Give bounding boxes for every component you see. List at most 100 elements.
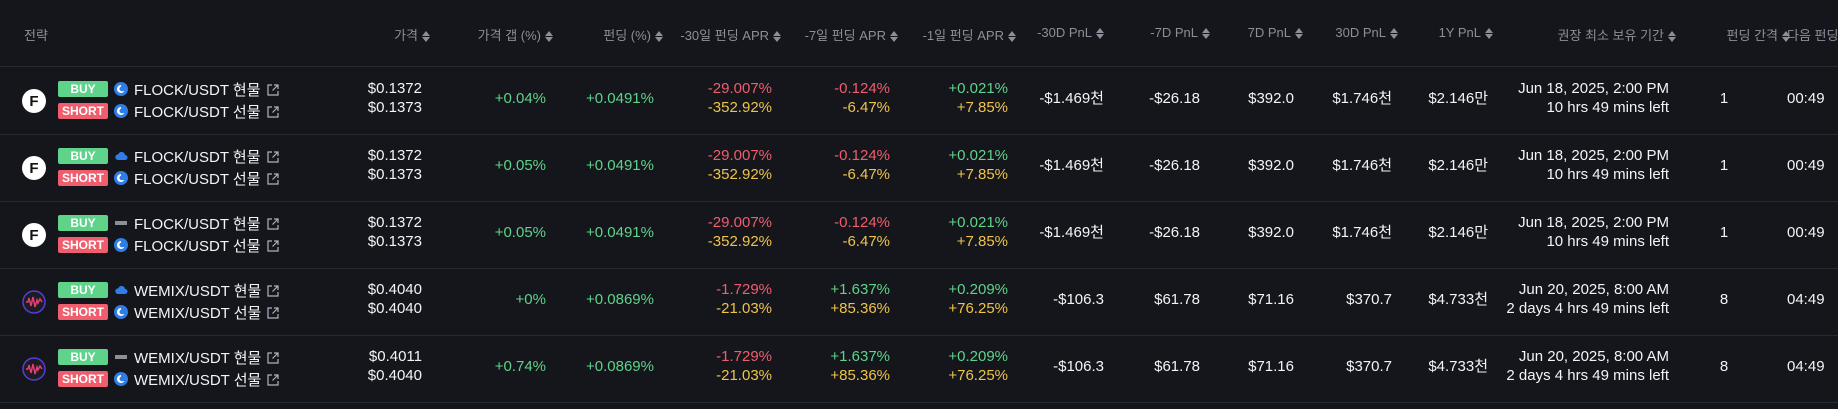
sort-icon	[545, 30, 553, 43]
price-top: $0.4040	[367, 281, 422, 298]
header-pnl1y[interactable]: 1Y PnL	[1439, 25, 1493, 40]
buy-badge: BUY	[58, 215, 108, 231]
buy-badge: BUY	[58, 349, 108, 365]
apr1-top: +0.209%	[948, 281, 1008, 298]
header-pnl30[interactable]: 30D PnL	[1335, 25, 1398, 40]
funding-interval: 8	[1719, 358, 1729, 375]
buy-badge: BUY	[58, 148, 108, 164]
short-badge: SHORT	[58, 304, 108, 320]
strategy-legs: BUY FLOCK/USDT 현물 SHORT FLOCK/USDT 선물	[58, 212, 279, 256]
short-pair[interactable]: WEMIX/USDT 선물	[134, 302, 261, 323]
buy-pair[interactable]: WEMIX/USDT 현물	[134, 347, 261, 368]
exchange-icon	[114, 104, 128, 118]
short-badge: SHORT	[58, 170, 108, 186]
apr7-bottom: -6.47%	[842, 99, 890, 116]
external-link-icon[interactable]	[266, 83, 279, 96]
apr30-bottom: -21.03%	[716, 367, 772, 384]
buy-pair[interactable]: FLOCK/USDT 현물	[134, 213, 261, 234]
header-apr7[interactable]: -7일 펀딩 APR	[805, 25, 898, 44]
short-pair[interactable]: FLOCK/USDT 선물	[134, 101, 261, 122]
pnl-minus7d: -$26.18	[1149, 157, 1200, 174]
next-funding: 04:49	[1787, 291, 1825, 308]
header-apr1[interactable]: -1일 펀딩 APR	[923, 25, 1016, 44]
short-badge: SHORT	[58, 237, 108, 253]
short-badge: SHORT	[58, 103, 108, 119]
next-funding: 00:49	[1787, 90, 1825, 107]
apr1-top: +0.021%	[948, 147, 1008, 164]
external-link-icon[interactable]	[267, 373, 279, 386]
header-next-funding[interactable]: 다음 펀딩까	[1787, 25, 1838, 44]
external-link-icon[interactable]	[267, 284, 279, 297]
header-strategy[interactable]: 전략	[24, 25, 48, 44]
price-gap: +0.05%	[494, 157, 546, 174]
short-pair[interactable]: WEMIX/USDT 선물	[134, 369, 261, 390]
buy-pair[interactable]: FLOCK/USDT 현물	[134, 146, 261, 167]
pnl-30d: $370.7	[1346, 291, 1392, 308]
strategy-legs: BUY FLOCK/USDT 현물 SHORT FLOCK/USDT 선물	[58, 78, 279, 122]
header-pnl30neg[interactable]: -30D PnL	[1037, 25, 1104, 40]
pnl-1y: $4.733천	[1428, 291, 1488, 308]
table-row[interactable]: F BUY FLOCK/USDT 현물 SHORT FLOCK/USDT 선물 $0.13…	[0, 201, 1838, 269]
buy-badge: BUY	[58, 81, 108, 97]
header-price[interactable]: 가격	[394, 25, 430, 44]
external-link-icon[interactable]	[266, 217, 279, 230]
header-funding[interactable]: 펀딩 (%)	[603, 25, 663, 44]
sort-icon	[1096, 27, 1104, 40]
apr1-bottom: +76.25%	[948, 367, 1008, 384]
price-bottom: $0.4040	[367, 367, 422, 384]
apr30-bottom: -352.92%	[707, 233, 772, 250]
pnl-1y: $2.146만	[1428, 157, 1488, 174]
buy-pair[interactable]: FLOCK/USDT 현물	[134, 79, 261, 100]
buy-badge: BUY	[58, 282, 108, 298]
pnl-7d: $392.0	[1248, 157, 1294, 174]
external-link-icon[interactable]	[266, 172, 279, 185]
table-row[interactable]: F BUY FLOCK/USDT 현물 SHORT FLOCK/USDT 선물 $0.13…	[0, 67, 1838, 135]
apr30-top: -1.729%	[716, 281, 772, 298]
pnl-30d: $1.746천	[1332, 90, 1392, 107]
exchange-icon	[114, 350, 128, 364]
external-link-icon[interactable]	[266, 239, 279, 252]
external-link-icon[interactable]	[266, 105, 279, 118]
apr7-bottom: -6.47%	[842, 233, 890, 250]
buy-pair[interactable]: WEMIX/USDT 현물	[134, 280, 261, 301]
strategy-legs: BUY FLOCK/USDT 현물 SHORT FLOCK/USDT 선물	[58, 145, 279, 189]
price-bottom: $0.1373	[367, 99, 422, 116]
pnl-minus7d: -$26.18	[1149, 90, 1200, 107]
header-pnl7[interactable]: 7D PnL	[1248, 25, 1303, 40]
apr7-top: -0.124%	[834, 147, 890, 164]
apr1-bottom: +7.85%	[956, 99, 1008, 116]
pnl-1y: $2.146만	[1428, 224, 1488, 241]
header-apr30[interactable]: -30일 펀딩 APR	[680, 25, 781, 44]
apr7-top: +1.637%	[830, 281, 890, 298]
flock-logo-icon: F	[22, 156, 46, 180]
wemix-logo-icon	[22, 290, 46, 314]
price-gap: +0.04%	[494, 90, 546, 107]
apr1-top: +0.021%	[948, 214, 1008, 231]
header-hold-period[interactable]: 권장 최소 보유 기간	[1557, 25, 1676, 44]
funding-rate: +0.0491%	[586, 224, 654, 241]
table-row[interactable]: F BUY FLOCK/USDT 현물 SHORT FLOCK/USDT 선물 $0.13…	[0, 134, 1838, 202]
price-gap: +0%	[515, 291, 546, 308]
external-link-icon[interactable]	[267, 351, 279, 364]
funding-rate: +0.0869%	[586, 358, 654, 375]
sort-icon	[1668, 30, 1676, 43]
header-price-gap[interactable]: 가격 갭 (%)	[478, 25, 553, 44]
price-top: $0.1372	[367, 147, 422, 164]
header-pnl7neg[interactable]: -7D PnL	[1150, 25, 1210, 40]
header-funding-interval[interactable]: 펀딩 간격	[1727, 25, 1790, 44]
apr7-bottom: -6.47%	[842, 166, 890, 183]
apr7-bottom: +85.36%	[830, 367, 890, 384]
table-row[interactable]: BUY WEMIX/USDT 현물 SHORT WEMIX/USDT 선물 $0.401…	[0, 335, 1838, 403]
price-bottom: $0.1373	[367, 166, 422, 183]
arbitrage-table: 전략 가격 가격 갭 (%) 펀딩 (%) -30일 펀딩 APR -7일 펀딩…	[0, 0, 1838, 409]
apr7-top: +1.637%	[830, 348, 890, 365]
pnl-minus30d: -$1.469천	[1039, 224, 1104, 241]
pnl-1y: $4.733천	[1428, 358, 1488, 375]
external-link-icon[interactable]	[267, 306, 279, 319]
table-row[interactable]: BUY WEMIX/USDT 현물 SHORT WEMIX/USDT 선물 $0.404…	[0, 268, 1838, 336]
sort-icon	[1485, 27, 1493, 40]
short-pair[interactable]: FLOCK/USDT 선물	[134, 168, 261, 189]
external-link-icon[interactable]	[266, 150, 279, 163]
short-pair[interactable]: FLOCK/USDT 선물	[134, 235, 261, 256]
pnl-minus7d: $61.78	[1154, 358, 1200, 375]
